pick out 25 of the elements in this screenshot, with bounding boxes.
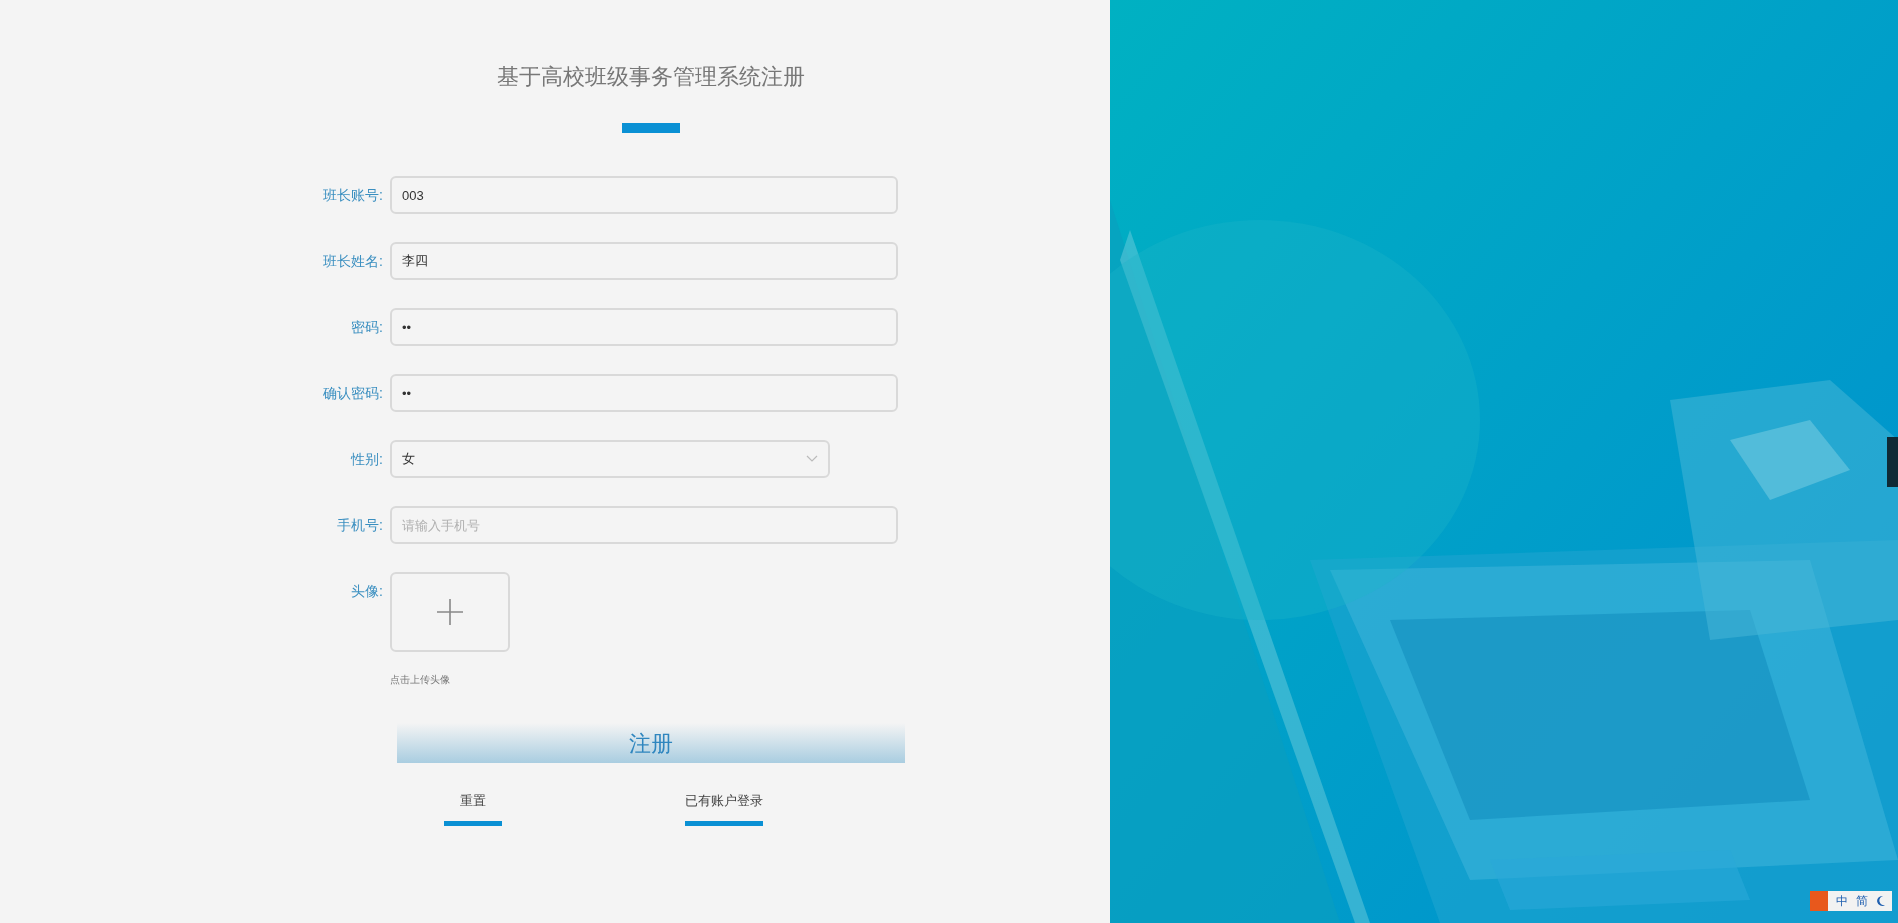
plus-icon bbox=[436, 598, 464, 626]
moon-icon bbox=[1876, 895, 1886, 907]
text-link[interactable]: 重置 bbox=[444, 791, 502, 826]
title-accent-bar bbox=[622, 123, 680, 133]
upload-hint: 点击上传头像 bbox=[390, 673, 451, 687]
chevron-down-icon bbox=[806, 455, 818, 463]
text-field[interactable]: 李四 bbox=[390, 242, 898, 280]
avatar-upload-button[interactable] bbox=[390, 572, 510, 652]
text-link[interactable]: 已有账户登录 bbox=[685, 791, 763, 826]
page-title: 基于高校班级事务管理系统注册 bbox=[497, 63, 805, 91]
ime-logo-icon bbox=[1810, 891, 1828, 911]
text-field[interactable]: •• bbox=[390, 308, 898, 346]
field-label: 密码: bbox=[350, 318, 384, 337]
field-label: 头像: bbox=[350, 582, 384, 601]
gender-select[interactable]: 女 bbox=[390, 440, 830, 478]
field-label: 性别: bbox=[349, 450, 384, 469]
field-label: 手机号: bbox=[336, 516, 384, 535]
field-label: 班长姓名: bbox=[322, 252, 384, 271]
text-field[interactable]: •• bbox=[390, 374, 898, 412]
text-field[interactable]: 003 bbox=[390, 176, 898, 214]
ime-mode-label[interactable]: 简 bbox=[1856, 892, 1868, 910]
field-label: 班长账号: bbox=[322, 186, 384, 205]
text-field[interactable]: 请输入手机号 bbox=[390, 506, 898, 544]
ime-mode-label[interactable]: 中 bbox=[1836, 892, 1848, 910]
field-label: 确认密码: bbox=[322, 384, 384, 403]
